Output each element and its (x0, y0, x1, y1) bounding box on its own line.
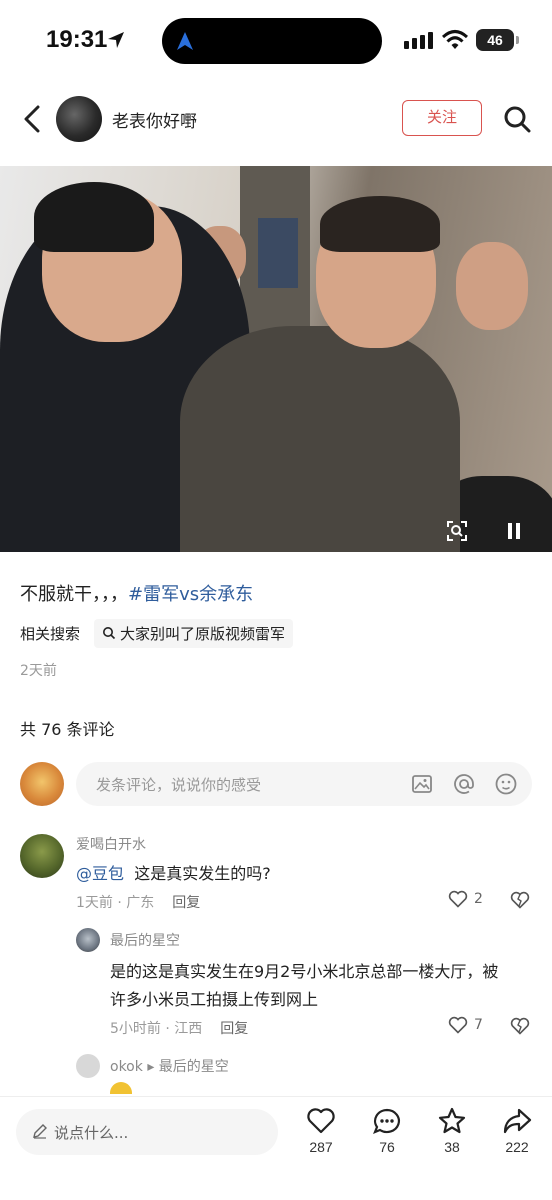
related-search-query: 大家别叫了原版视频雷军 (120, 624, 286, 643)
dislike-heart-icon[interactable] (510, 891, 530, 909)
follow-button[interactable]: 关注 (402, 100, 482, 136)
favorite-count: 38 (444, 1139, 460, 1155)
related-search-chip[interactable]: 大家别叫了原版视频雷军 (94, 618, 294, 648)
signal-icon (404, 32, 433, 49)
replier-avatar[interactable] (76, 928, 100, 952)
reply-button[interactable]: 回复 (172, 895, 200, 911)
emoji-icon[interactable] (494, 772, 518, 796)
status-bar: 19:31 46 (0, 0, 552, 80)
wifi-icon (442, 30, 468, 49)
location-arrow-icon (108, 32, 124, 48)
comment-like-button[interactable]: 2 (448, 890, 483, 908)
share-count: 222 (505, 1139, 529, 1155)
reply-like-button[interactable]: 7 (448, 1016, 483, 1034)
comment-body: 这是真实发生的吗? (134, 864, 271, 883)
reply-like-count: 7 (474, 1017, 483, 1033)
comment-count-bottom: 76 (379, 1139, 395, 1155)
reply-meta: 5小时前 · 江西 回复 (110, 1018, 248, 1038)
at-mention-icon[interactable] (452, 772, 476, 796)
pen-icon (33, 1124, 47, 1139)
caption-text: 不服就干，，， (20, 584, 128, 605)
navigation-arrow-icon (177, 32, 193, 50)
image-icon[interactable] (410, 772, 434, 796)
replier-name: okok ▸ 最后的星空 (110, 1056, 229, 1076)
share-button[interactable]: 222 (492, 1107, 542, 1155)
replier-name[interactable]: 最后的星空 (110, 930, 180, 950)
reply-to-arrow-icon: ▸ (147, 1059, 155, 1075)
related-search-label: 相关搜索 (20, 624, 81, 643)
author-name[interactable]: 老表你好嘢 (112, 107, 197, 132)
comment-meta: 1天前 · 广东 回复 (76, 892, 200, 912)
commenter-name[interactable]: 爱喝白开水 (76, 834, 146, 854)
reply-to-username[interactable]: 最后的星空 (159, 1059, 229, 1075)
back-arrow-icon[interactable] (18, 102, 46, 136)
post-time: 2天前 (20, 663, 57, 679)
status-time: 19:31 (46, 26, 108, 53)
heart-icon (448, 890, 468, 908)
battery-icon: 46 (476, 29, 519, 51)
bottom-action-bar: 说点什么... 287 76 38 222 (0, 1096, 552, 1200)
comment-input-placeholder: 发条评论，说说你的感受 (96, 776, 262, 794)
my-avatar (20, 762, 64, 806)
post-caption: 不服就干，，，#雷军vs余承东 (20, 580, 253, 606)
heart-icon (448, 1016, 468, 1034)
reply-text: 是的这是真实发生在9月2号小米北京总部一楼大厅，被许多小米员工拍摄上传到网上 (110, 962, 499, 1009)
like-button[interactable]: 287 (296, 1107, 346, 1155)
favorite-button[interactable]: 38 (427, 1107, 477, 1155)
say-something-placeholder: 说点什么... (54, 1124, 129, 1142)
search-icon[interactable] (502, 104, 532, 134)
scan-icon[interactable] (446, 520, 468, 542)
commenter-avatar[interactable] (20, 834, 64, 878)
like-count: 287 (309, 1139, 333, 1155)
reply-time-location: 5小时前 · 江西 (110, 1021, 203, 1037)
comment-button[interactable]: 76 (362, 1107, 412, 1155)
post-header: 老表你好嘢 关注 (0, 94, 552, 144)
comment-like-count: 2 (474, 891, 483, 907)
replier-username[interactable]: okok (110, 1059, 143, 1075)
comment-mention[interactable]: @豆包 (76, 864, 124, 883)
dislike-heart-icon[interactable] (510, 1017, 530, 1035)
comment-text: @豆包 这是真实发生的吗? (76, 860, 271, 884)
comment-count: 共 76 条评论 (20, 720, 115, 739)
author-avatar[interactable] (56, 96, 102, 142)
comment-input-row: 发条评论，说说你的感受 (20, 760, 532, 808)
related-search: 相关搜索 大家别叫了原版视频雷军 (20, 618, 294, 648)
caption-hashtag[interactable]: #雷军vs余承东 (128, 584, 253, 605)
replier-avatar[interactable] (76, 1054, 100, 1078)
share-arrow-icon (503, 1108, 532, 1134)
say-something-input[interactable]: 说点什么... (16, 1109, 278, 1155)
search-icon (103, 627, 116, 640)
star-icon (438, 1107, 466, 1134)
reply-button[interactable]: 回复 (220, 1021, 248, 1037)
emoji-sticker (110, 1082, 132, 1094)
comment-time-location: 1天前 · 广东 (76, 895, 155, 911)
comment-bubble-icon (373, 1108, 400, 1134)
comment-input[interactable]: 发条评论，说说你的感受 (76, 762, 532, 806)
heart-icon (307, 1108, 335, 1134)
post-photo[interactable] (0, 166, 552, 552)
pause-icon[interactable] (505, 520, 523, 542)
